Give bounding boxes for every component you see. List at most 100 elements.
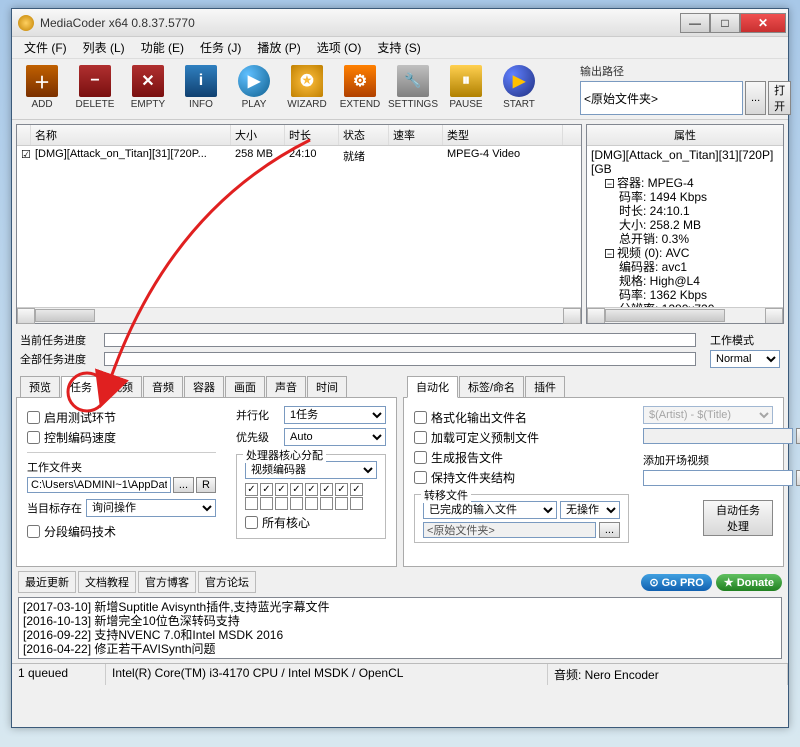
tab-picture[interactable]: 画面 (225, 376, 265, 398)
menu-task[interactable]: 任务 (J) (192, 39, 249, 56)
tab-video[interactable]: 视频 (102, 376, 142, 398)
tab-preview[interactable]: 预览 (20, 376, 60, 398)
start-button[interactable]: START (493, 61, 545, 113)
extend-icon: ⚙ (344, 65, 376, 97)
properties-panel: 属性 [DMG][Attack_on_Titan][31][720P][GB −… (586, 124, 784, 324)
xfer-src-select[interactable]: 已完成的输入文件 (423, 501, 557, 519)
wizard-button[interactable]: ✪WIZARD (281, 61, 333, 113)
close-button[interactable] (740, 13, 786, 33)
pause-button[interactable]: PAUSE (440, 61, 492, 113)
cores-select[interactable]: 视频编码器 (245, 461, 377, 479)
addvid-browse[interactable]: ... (796, 470, 800, 486)
settings-button[interactable]: SETTINGS (387, 61, 439, 113)
col-dur[interactable]: 时长 (285, 125, 339, 145)
maximize-button[interactable] (710, 13, 740, 33)
tab-sound[interactable]: 声音 (266, 376, 306, 398)
addvid-input[interactable] (643, 470, 793, 486)
preset-input (643, 428, 793, 444)
fmt-pattern: $(Artist) - $(Title) (643, 406, 773, 424)
delete-button[interactable]: −DELETE (69, 61, 121, 113)
status-queue: 1 queued (12, 664, 106, 685)
cores-group: 处理器核心分配 视频编码器 所有核心 (236, 454, 386, 539)
info-button[interactable]: iINFO (175, 61, 227, 113)
col-size[interactable]: 大小 (231, 125, 285, 145)
workdir-input[interactable] (27, 477, 171, 493)
xfer-group: 转移文件 已完成的输入文件 无操作 ... (414, 494, 629, 543)
tab-time[interactable]: 时间 (307, 376, 347, 398)
props-hscroll[interactable] (587, 307, 783, 323)
test-checkbox[interactable]: 启用测试环节 (27, 409, 216, 426)
cores-grid[interactable] (245, 483, 377, 510)
xfer-act-select[interactable]: 无操作 (560, 501, 620, 519)
all-progress-bar (104, 352, 696, 366)
play-button[interactable]: PLAY (228, 61, 280, 113)
col-stat[interactable]: 状态 (339, 125, 389, 145)
report-checkbox[interactable]: 生成报告文件 (414, 449, 629, 466)
toolbar: ＋ADD −DELETE ✕EMPTY iINFO PLAY ✪WIZARD ⚙… (12, 59, 788, 120)
ctrl-checkbox[interactable]: 控制编码速度 (27, 429, 216, 446)
link-blog[interactable]: 官方博客 (138, 571, 196, 593)
link-docs[interactable]: 文档教程 (78, 571, 136, 593)
menu-file[interactable]: 文件 (F) (16, 39, 75, 56)
menu-play[interactable]: 播放 (P) (249, 39, 308, 56)
extend-button[interactable]: ⚙EXTEND (334, 61, 386, 113)
menu-help[interactable]: 支持 (S) (369, 39, 428, 56)
col-type[interactable]: 类型 (443, 125, 563, 145)
file-list[interactable]: 名称 大小 时长 状态 速率 类型 ☑ [DMG][Attack_on_Tita… (16, 124, 582, 324)
task-panel: 启用测试环节 控制编码速度 工作文件夹 ... R 当目标存在 询问操作 (16, 397, 397, 567)
menubar: 文件 (F) 列表 (L) 功能 (E) 任务 (J) 播放 (P) 选项 (O… (12, 37, 788, 59)
workmode-label: 工作模式 (710, 332, 780, 348)
prio-select[interactable]: Auto (284, 428, 386, 446)
preset-browse[interactable]: ... (796, 428, 800, 444)
menu-func[interactable]: 功能 (E) (133, 39, 192, 56)
pause-icon (450, 65, 482, 97)
link-recent[interactable]: 最近更新 (18, 571, 76, 593)
file-row[interactable]: ☑ [DMG][Attack_on_Titan][31][720P... 258… (17, 146, 581, 166)
news-log[interactable]: [2017-03-10] 新增Suptitle Avisynth插件,支持蓝光字… (18, 597, 782, 659)
gopro-badge[interactable]: ⊙ Go PRO (641, 574, 711, 591)
workdir-browse[interactable]: ... (173, 477, 194, 493)
auto-task-button[interactable]: 自动任务 处理 (703, 500, 773, 536)
tab-plugin[interactable]: 插件 (525, 376, 565, 398)
wizard-icon: ✪ (291, 65, 323, 97)
output-path-input[interactable] (580, 81, 743, 115)
fmt-checkbox[interactable]: 格式化输出文件名 (414, 409, 629, 426)
minimize-button[interactable] (680, 13, 710, 33)
auto-panel: 格式化输出文件名 加载可定义预制文件 生成报告文件 保持文件夹结构 转移文件 已… (403, 397, 784, 567)
menu-list[interactable]: 列表 (L) (75, 39, 133, 56)
allcores-checkbox[interactable]: 所有核心 (245, 514, 377, 531)
link-forum[interactable]: 官方论坛 (198, 571, 256, 593)
tab-task[interactable]: 任务 (61, 376, 101, 398)
parallel-select[interactable]: 1任务 (284, 406, 386, 424)
app-icon (18, 15, 34, 31)
donate-badge[interactable]: ★ Donate (716, 574, 782, 591)
play-icon (238, 65, 270, 97)
empty-button[interactable]: ✕EMPTY (122, 61, 174, 113)
settings-icon (397, 65, 429, 97)
output-browse-button[interactable]: ... (745, 81, 766, 115)
tab-auto[interactable]: 自动化 (407, 376, 458, 398)
col-rate[interactable]: 速率 (389, 125, 443, 145)
tab-tag[interactable]: 标签/命名 (459, 376, 524, 398)
keep-checkbox[interactable]: 保持文件夹结构 (414, 469, 629, 486)
tab-audio[interactable]: 音频 (143, 376, 183, 398)
menu-opt[interactable]: 选项 (O) (309, 39, 370, 56)
output-open-button[interactable]: 打开 (768, 81, 791, 115)
col-name[interactable]: 名称 (31, 125, 231, 145)
workmode-select[interactable]: Normal (710, 350, 780, 368)
start-icon (503, 65, 535, 97)
tab-container[interactable]: 容器 (184, 376, 224, 398)
add-icon: ＋ (26, 65, 58, 97)
add-button[interactable]: ＋ADD (16, 61, 68, 113)
titlebar[interactable]: MediaCoder x64 0.8.37.5770 (12, 9, 788, 37)
workdir-reset[interactable]: R (196, 477, 216, 493)
exists-select[interactable]: 询问操作 (86, 499, 216, 517)
load-checkbox[interactable]: 加载可定义预制文件 (414, 429, 629, 446)
seg-checkbox[interactable]: 分段编码技术 (27, 523, 216, 540)
statusbar: 1 queued Intel(R) Core(TM) i3-4170 CPU /… (12, 663, 788, 685)
cur-progress-label: 当前任务进度 (20, 332, 98, 348)
xfer-browse[interactable]: ... (599, 522, 620, 538)
file-hscroll[interactable] (17, 307, 581, 323)
right-tabs: 自动化 标签/命名 插件 (407, 376, 780, 398)
delete-icon: − (79, 65, 111, 97)
